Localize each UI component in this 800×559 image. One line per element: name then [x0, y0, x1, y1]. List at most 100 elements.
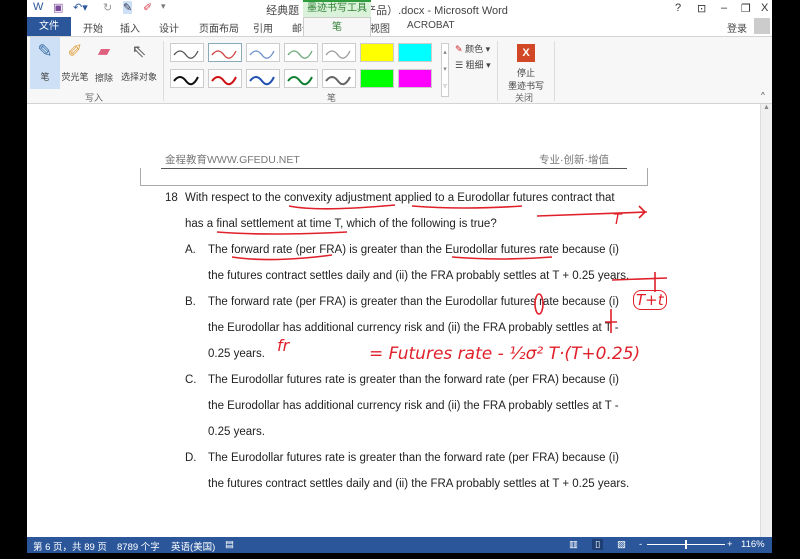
ink-underline-final-settlement: [216, 231, 348, 235]
highlighter-label: 荧光笔: [61, 72, 89, 82]
tab-references[interactable]: 引用: [253, 20, 273, 35]
pen-style-bottom-4[interactable]: [322, 69, 356, 88]
web-layout-icon[interactable]: ▧: [617, 539, 626, 550]
pen-stroke-icon: [211, 76, 237, 86]
tab-view[interactable]: 视图: [370, 20, 390, 35]
eraser-quick-icon[interactable]: ✐: [143, 1, 152, 14]
tab-file[interactable]: 文件: [27, 17, 71, 36]
tab-home[interactable]: 开始: [83, 20, 103, 35]
ribbon-display-button[interactable]: ⊡: [697, 2, 706, 15]
zoom-level[interactable]: 116%: [741, 539, 765, 550]
select-objects-button[interactable]: ⇖ 选择对象: [119, 37, 159, 89]
ink-formula: = Futures rate - ½σ² T·(T+0.25): [369, 344, 641, 364]
page-count[interactable]: 第 6 页，共 89 页: [33, 539, 107, 553]
pen-style-bottom-1[interactable]: [208, 69, 242, 88]
pen-style-bottom-5[interactable]: [360, 69, 394, 88]
vertical-scrollbar[interactable]: ▲: [760, 104, 772, 537]
ink-label-t: T: [613, 212, 622, 228]
ink-underline-futures-rate: [451, 256, 553, 260]
group-label-pens: 笔: [327, 93, 337, 103]
word-count[interactable]: 8789 个字: [117, 539, 160, 553]
pen-style-top-0[interactable]: [170, 43, 204, 62]
zoom-slider-thumb[interactable]: [685, 540, 687, 549]
pen-stroke-icon: [287, 76, 313, 86]
ink-annotations: [216, 204, 668, 333]
stop-icon: X: [517, 44, 535, 62]
word-icon: W: [33, 1, 44, 13]
language[interactable]: 英语(美国): [171, 539, 215, 553]
pen-style-top-5[interactable]: [360, 43, 394, 62]
tab-acrobat[interactable]: ACROBAT: [407, 20, 455, 31]
ribbon-tabs: 文件 开始 插入 设计 页面布局 引用 邮件 审阅 视图 ACROBAT 笔 登…: [27, 17, 772, 36]
tab-pen[interactable]: 笔: [303, 17, 371, 36]
pen-style-top-2[interactable]: [246, 43, 280, 62]
pen-stroke-icon: [173, 50, 199, 59]
eraser-label: 擦除: [94, 73, 113, 83]
tab-layout[interactable]: 页面布局: [199, 20, 239, 35]
stop-inking-button[interactable]: X 停止 墨迹书写: [505, 37, 547, 91]
undo-icon[interactable]: ↶▾: [73, 1, 88, 14]
pen-quick-icon[interactable]: ✎: [123, 1, 133, 14]
pen-style-bottom-0[interactable]: [170, 69, 204, 88]
group-label-close: 关闭: [515, 93, 534, 103]
ink-time-arrow: [536, 205, 648, 219]
ribbon-separator: [163, 41, 164, 101]
ink-mark: [605, 309, 617, 333]
zoom-in-button[interactable]: +: [727, 539, 733, 550]
pen-stroke-icon: [249, 76, 275, 86]
read-mode-icon[interactable]: ▥: [569, 539, 578, 550]
stop-label-1: 停止: [516, 68, 535, 78]
ribbon-separator: [497, 41, 498, 101]
pen-stroke-icon: [325, 76, 351, 86]
ink-label-t-plus-t: T+t: [633, 290, 667, 310]
pen-style-bottom-2[interactable]: [246, 69, 280, 88]
thickness-icon: ☰: [455, 60, 464, 70]
print-layout-icon[interactable]: ▯: [592, 539, 604, 550]
collapse-ribbon-icon[interactable]: ^: [761, 91, 765, 100]
pen-style-top-3[interactable]: [284, 43, 318, 62]
color-button[interactable]: ✎ 颜色 ▾: [455, 42, 490, 55]
minimize-button[interactable]: –: [721, 2, 727, 14]
ink-time-arrow-2: [611, 272, 668, 292]
ink-underline-convexity: [288, 204, 396, 210]
pen-tool-button[interactable]: ✎ 笔: [30, 37, 60, 89]
customize-quick-access-icon[interactable]: ▾: [161, 1, 166, 12]
tab-design[interactable]: 设计: [159, 20, 179, 35]
status-bar: 第 6 页，共 89 页 8789 个字 英语(美国) ▤ ▥ ▯ ▧ - + …: [27, 537, 772, 553]
ink-tools-context-label: 墨迹书写工具: [303, 0, 371, 17]
gallery-scroll[interactable]: ▴ ▾ ▿: [441, 43, 449, 97]
ink-underline-forward-rate: [231, 254, 333, 261]
tab-insert[interactable]: 插入: [120, 20, 140, 35]
pen-color-icon: ✎: [455, 44, 463, 54]
pen-style-top-4[interactable]: [322, 43, 356, 62]
pen-stroke-icon: [249, 50, 275, 59]
pen-style-top-1[interactable]: [208, 43, 242, 62]
zoom-out-button[interactable]: -: [639, 539, 642, 550]
ink-circle: [534, 293, 544, 315]
pen-icon: ✎: [37, 41, 53, 61]
highlighter-icon: ✐: [67, 41, 83, 61]
highlighter-tool-button[interactable]: ✐ 荧光笔: [61, 37, 89, 89]
ribbon: ✎ 笔 ✐ 荧光笔 ▰ 擦除 ⇖ 选择对象 写入 ▴ ▾ ▿ ✎ 颜色 ▾ ☰ 粗细…: [27, 36, 772, 104]
ink-underline-eurodollar: [411, 205, 523, 209]
eraser-icon: ▰: [97, 43, 111, 60]
avatar[interactable]: [754, 18, 770, 34]
pen-style-bottom-3[interactable]: [284, 69, 318, 88]
macro-icon[interactable]: ▤: [225, 539, 234, 550]
ink-label-fr: fr: [277, 336, 290, 355]
thickness-button[interactable]: ☰ 粗细 ▾: [455, 58, 491, 71]
pen-stroke-icon: [211, 50, 237, 59]
maximize-button[interactable]: ❐: [741, 2, 751, 15]
scroll-up-icon[interactable]: ▲: [761, 104, 772, 111]
pen-style-top-6[interactable]: [398, 43, 432, 62]
save-icon[interactable]: ▣: [53, 1, 63, 14]
help-button[interactable]: ?: [675, 2, 681, 14]
word-window: W ▣ ↶▾ ↻ ✎ ✐ ▾ 经典题（金融市场与产品）.docx - Micro…: [27, 0, 772, 553]
pen-style-bottom-6[interactable]: [398, 69, 432, 88]
pointer-icon: ⇖: [131, 41, 147, 61]
close-button[interactable]: X: [761, 2, 768, 14]
redo-icon[interactable]: ↻: [103, 1, 112, 14]
sign-in-link[interactable]: 登录: [727, 20, 747, 35]
pen-stroke-icon: [287, 50, 313, 59]
eraser-tool-button[interactable]: ▰ 擦除: [91, 37, 117, 89]
